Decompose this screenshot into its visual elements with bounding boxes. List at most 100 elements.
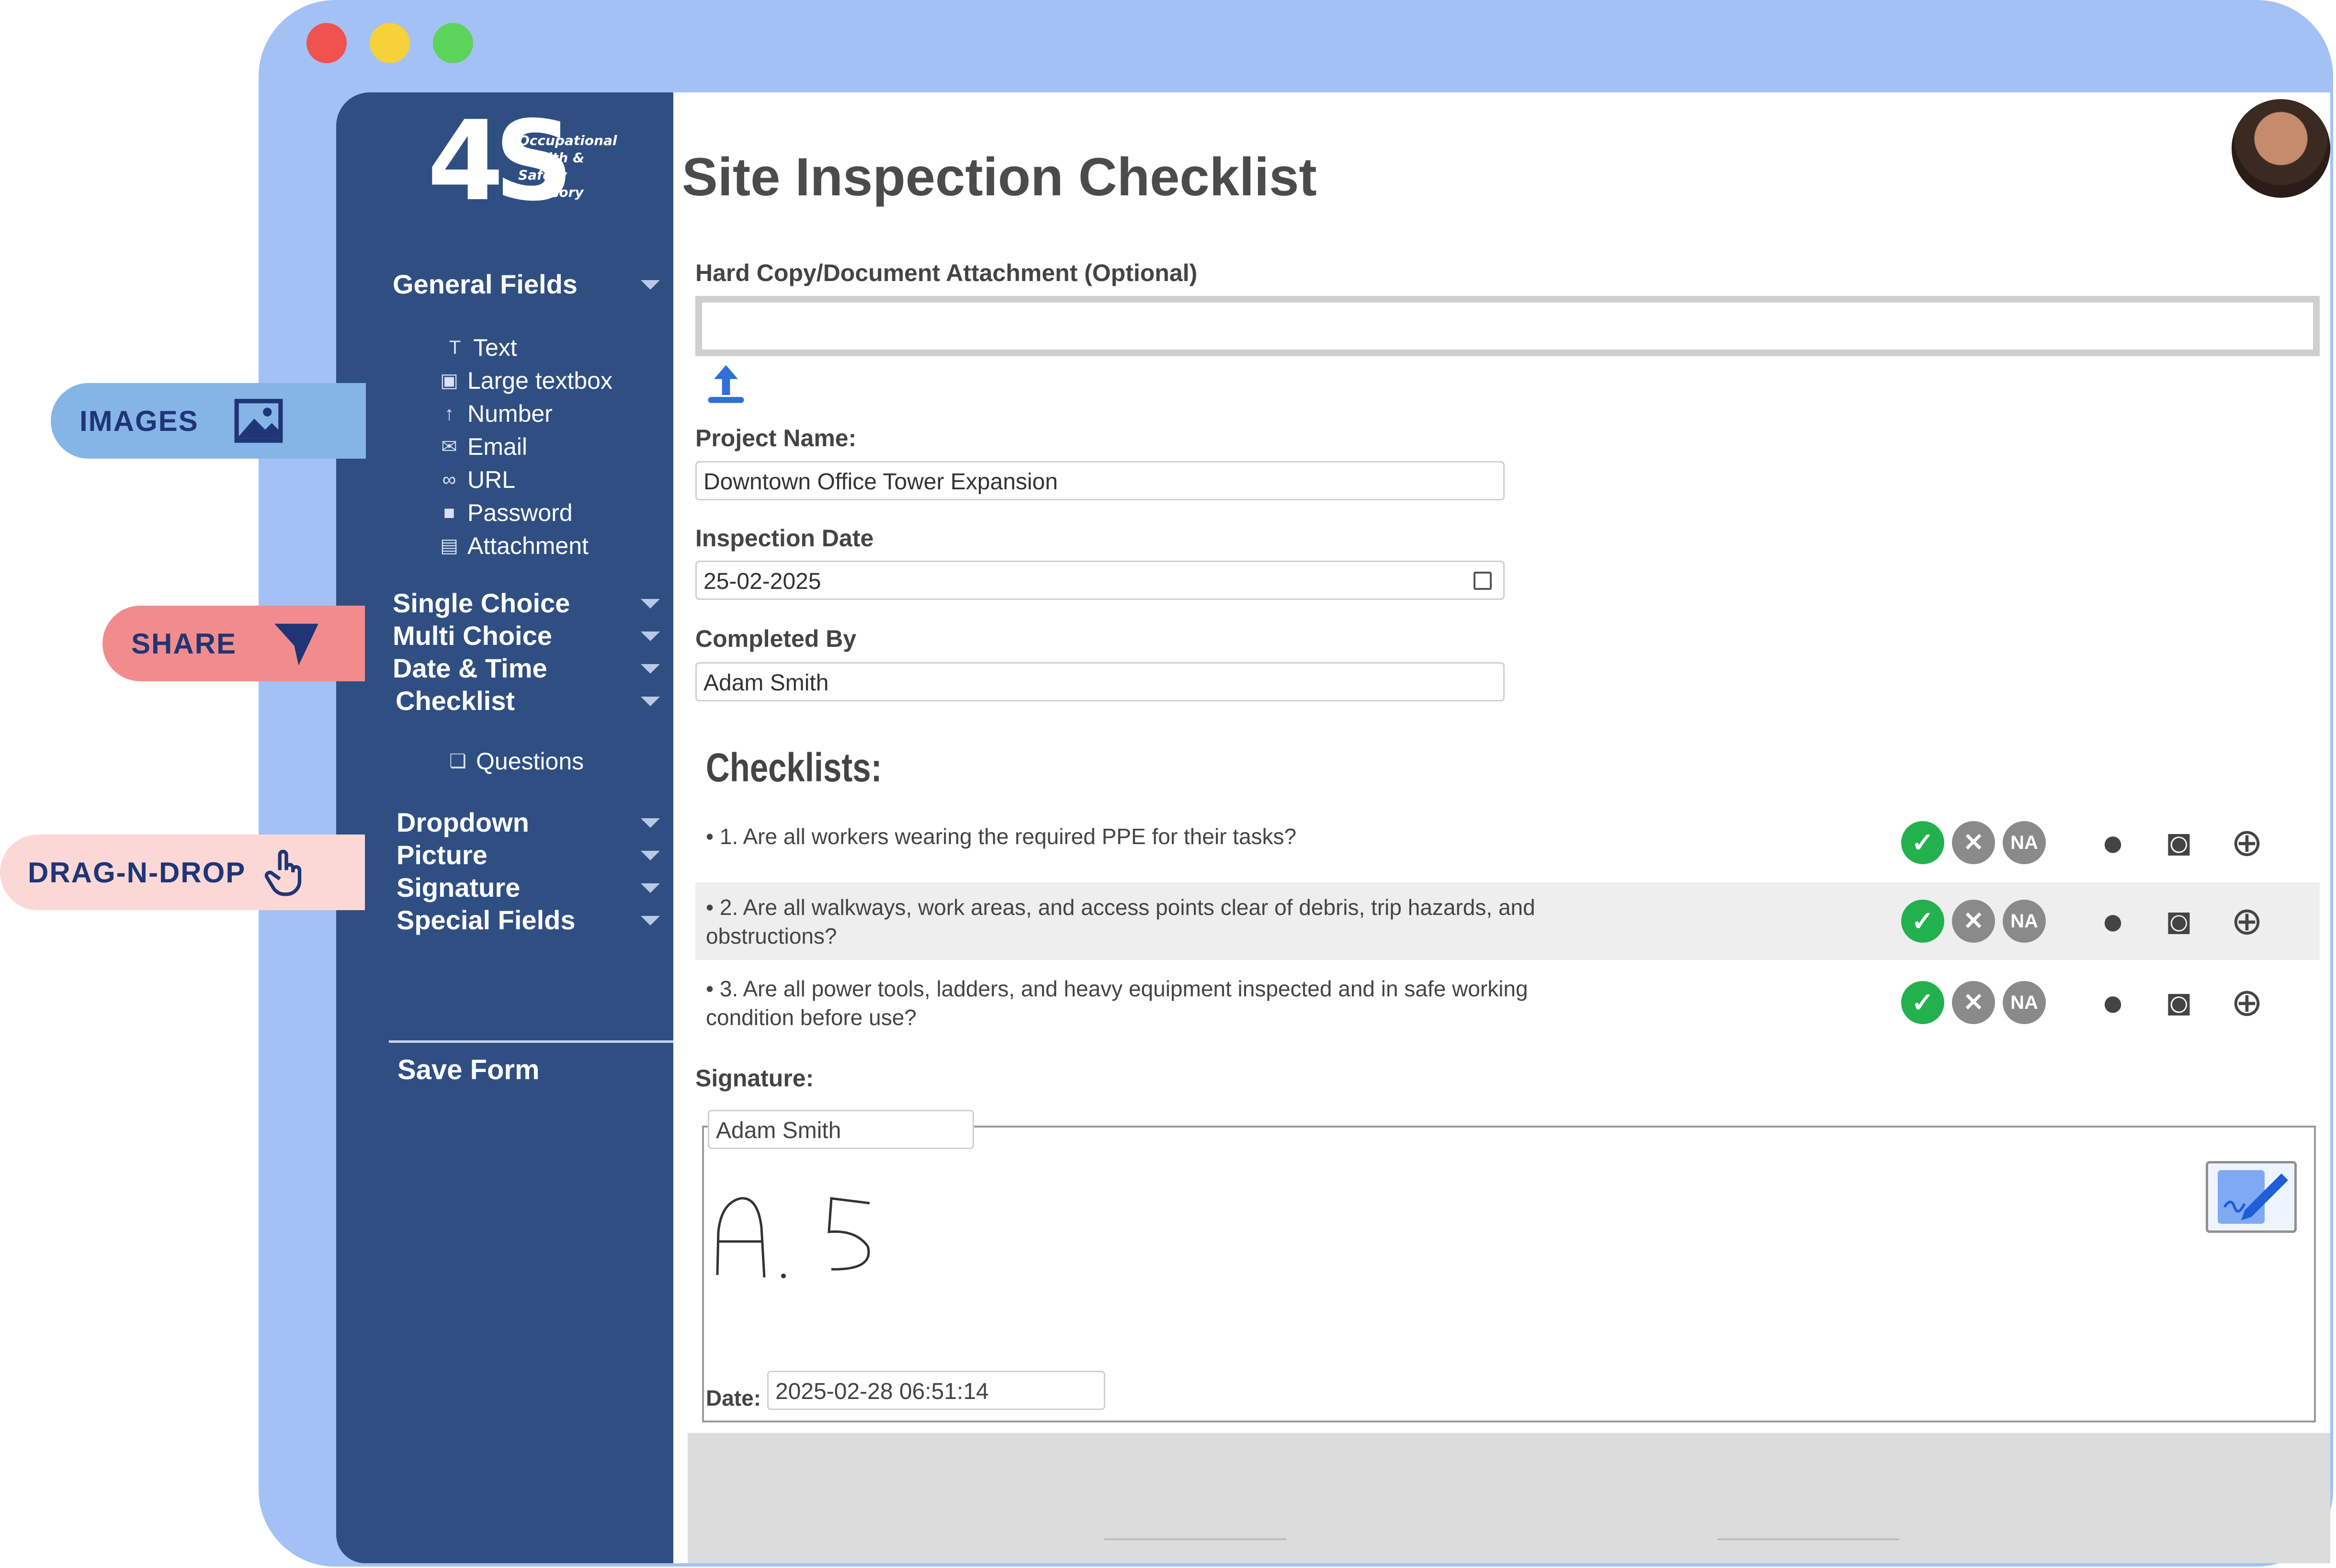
sidebar-item-label: Large textbox — [467, 367, 612, 394]
checklist-question: • 3. Are all power tools, ladders, and h… — [706, 976, 1528, 1030]
image-icon — [234, 399, 283, 443]
chevron-down-icon[interactable] — [641, 280, 660, 290]
project-name-label: Project Name: — [695, 425, 857, 451]
fail-button[interactable]: ✕ — [1952, 900, 1995, 943]
inspection-date-label: Inspection Date — [695, 525, 874, 552]
window-minimize-button[interactable] — [370, 23, 410, 63]
camera-icon[interactable]: ◙ — [2155, 900, 2203, 943]
sidebar-item-questions[interactable]: ❏ Questions — [445, 747, 584, 775]
inspection-date-input[interactable]: 25-02-2025 — [695, 561, 1505, 600]
attachment-icon: ▤ — [440, 535, 458, 556]
sidebar-group-picture[interactable]: Picture — [397, 839, 488, 870]
sidebar-item-label: URL — [467, 466, 516, 493]
pill-label: SHARE — [131, 627, 237, 660]
checklist-row: • 2. Are all walkways, work areas, and a… — [695, 882, 2320, 960]
checklist-row: • 1. Are all workers wearing the require… — [695, 816, 2320, 874]
signature-date-input[interactable]: 2025-02-28 06:51:14 — [767, 1371, 1105, 1410]
calendar-icon[interactable] — [1474, 572, 1492, 590]
question-text: 2. Are all walkways, work areas, and acc… — [706, 895, 1535, 948]
sidebar-item-text[interactable]: T Text — [442, 334, 517, 361]
link-icon: ∞ — [442, 469, 456, 490]
user-avatar[interactable] — [2232, 99, 2330, 198]
textbox-icon: ▣ — [440, 370, 458, 391]
sidebar-group-date-time[interactable]: Date & Time — [393, 653, 547, 684]
chevron-down-icon[interactable] — [641, 916, 660, 925]
signature-label: Signature: — [695, 1065, 814, 1092]
na-button[interactable]: NA — [2003, 981, 2046, 1024]
sidebar-item-attachment[interactable]: ▤ Attachment — [437, 532, 589, 560]
sidebar-item-number[interactable]: ↑ Number — [437, 400, 553, 428]
save-form-button[interactable]: Save Form — [397, 1054, 540, 1086]
checklist-row: • 3. Are all power tools, ladders, and h… — [695, 964, 2320, 1041]
company-logo: 4S Occupational Health & Safety Advisory — [389, 107, 619, 222]
signature-name-input[interactable]: Adam Smith — [708, 1110, 974, 1149]
checklist-question: • 2. Are all walkways, work areas, and a… — [706, 895, 1535, 948]
chevron-down-icon[interactable] — [641, 632, 660, 641]
sidebar-item-label: Email — [467, 433, 528, 460]
sidebar-group-single-choice[interactable]: Single Choice — [393, 587, 570, 619]
upload-icon[interactable] — [702, 357, 750, 409]
attachment-label: Hard Copy/Document Attachment (Optional) — [695, 259, 1198, 286]
sidebar-group-checklist[interactable]: Checklist — [396, 685, 515, 716]
inspection-date-value: 25-02-2025 — [703, 569, 821, 594]
checklists-heading: Checklists: — [706, 745, 882, 790]
signature-date-label: Date: — [706, 1386, 761, 1410]
chevron-down-icon[interactable] — [641, 697, 660, 706]
add-action-icon[interactable]: ⊕ — [2223, 900, 2271, 943]
sidebar-group-multi-choice[interactable]: Multi Choice — [393, 620, 552, 651]
sidebar-item-label: Password — [467, 499, 573, 526]
chevron-down-icon[interactable] — [641, 883, 660, 893]
chevron-down-icon[interactable] — [641, 851, 660, 860]
na-button[interactable]: NA — [2003, 900, 2046, 943]
window-maximize-button[interactable] — [433, 23, 473, 63]
footer-line — [1104, 1538, 1286, 1540]
completed-by-input[interactable]: Adam Smith — [695, 662, 1505, 701]
logo-line: Occupational — [518, 133, 617, 148]
chevron-down-icon[interactable] — [641, 664, 660, 674]
add-action-icon[interactable]: ⊕ — [2223, 821, 2271, 864]
window-close-button[interactable] — [306, 23, 347, 63]
project-name-input[interactable]: Downtown Office Tower Expansion — [695, 461, 1505, 500]
na-button[interactable]: NA — [2003, 821, 2046, 864]
completed-by-label: Completed By — [695, 625, 857, 652]
sidebar-group-special-fields[interactable]: Special Fields — [397, 904, 576, 936]
form-canvas: Site Inspection Checklist Hard Copy/Docu… — [673, 92, 2330, 1563]
sidebar-group-dropdown[interactable]: Dropdown — [397, 807, 529, 838]
comment-icon[interactable]: ● — [2089, 900, 2137, 943]
sidebar-item-email[interactable]: ✉ Email — [437, 433, 527, 461]
sidebar-divider — [389, 1040, 673, 1043]
sidebar-item-label: Text — [473, 334, 517, 361]
attachment-dropzone[interactable] — [695, 296, 2320, 356]
sidebar-item-label: Attachment — [467, 532, 589, 559]
comment-icon[interactable]: ● — [2089, 981, 2137, 1024]
images-feature-pill: IMAGES — [51, 383, 366, 459]
fail-button[interactable]: ✕ — [1952, 821, 1995, 864]
camera-icon[interactable]: ◙ — [2155, 981, 2203, 1024]
pen-icon — [2218, 1170, 2288, 1224]
number-icon: ↑ — [444, 403, 454, 424]
send-icon — [274, 623, 318, 666]
chevron-down-icon[interactable] — [641, 818, 660, 828]
sidebar-item-password[interactable]: ■ Password — [437, 499, 573, 527]
form-footer — [688, 1433, 2330, 1563]
pill-label: DRAG-N-DROP — [28, 856, 246, 889]
pass-button[interactable]: ✓ — [1901, 900, 1944, 943]
question-text: 3. Are all power tools, ladders, and hea… — [706, 976, 1528, 1030]
sidebar-group-general-fields[interactable]: General Fields — [393, 269, 578, 300]
add-action-icon[interactable]: ⊕ — [2223, 981, 2271, 1024]
camera-icon[interactable]: ◙ — [2155, 821, 2203, 864]
sidebar-group-signature[interactable]: Signature — [397, 872, 520, 903]
sidebar-item-label: Questions — [476, 748, 584, 775]
pass-button[interactable]: ✓ — [1901, 981, 1944, 1024]
drag-n-drop-feature-pill: DRAG-N-DROP — [0, 835, 365, 910]
pass-button[interactable]: ✓ — [1901, 821, 1944, 864]
edit-signature-button[interactable] — [2206, 1161, 2297, 1233]
fail-button[interactable]: ✕ — [1952, 981, 1995, 1024]
chevron-down-icon[interactable] — [641, 599, 660, 609]
comment-icon[interactable]: ● — [2089, 821, 2137, 864]
sidebar-item-large-textbox[interactable]: ▣ Large textbox — [437, 367, 612, 395]
sidebar-item-url[interactable]: ∞ URL — [437, 466, 515, 494]
pill-label: IMAGES — [79, 405, 199, 437]
hand-pointer-icon — [265, 849, 302, 896]
sidebar-item-label: Number — [467, 400, 553, 427]
